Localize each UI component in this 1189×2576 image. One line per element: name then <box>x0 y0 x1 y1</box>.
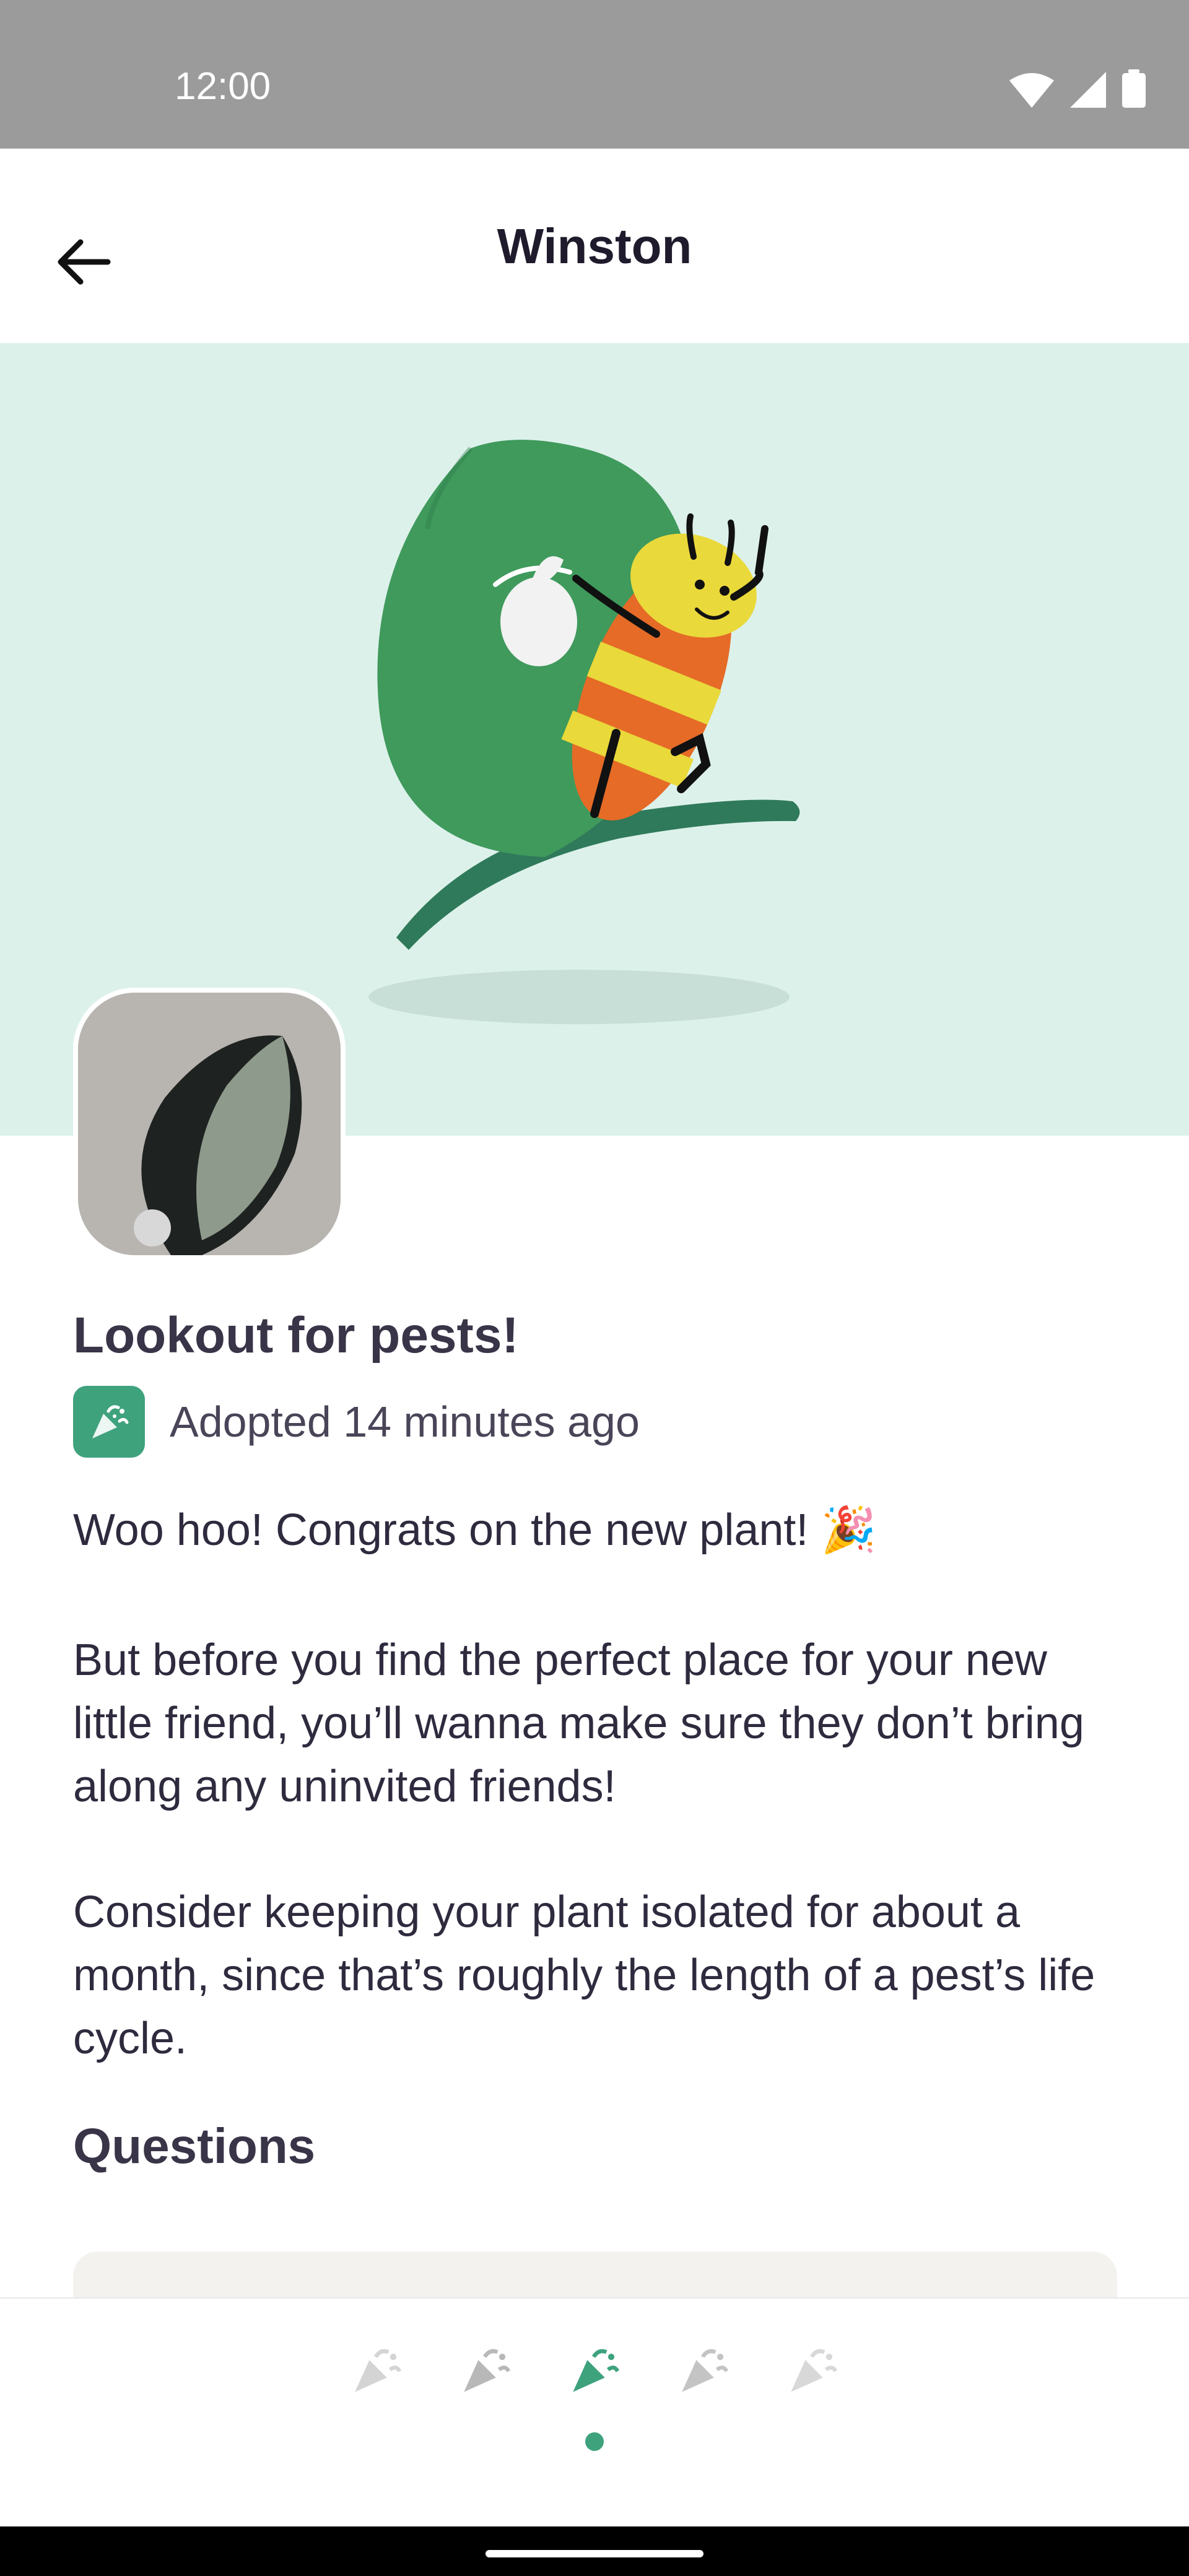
isolation-paragraph: Consider keeping your plant isolated for… <box>73 1887 1108 2063</box>
page-title: Winston <box>497 219 692 274</box>
pager-icons <box>0 2341 1189 2400</box>
party-popper-icon[interactable] <box>565 2341 624 2400</box>
signal-icon <box>1070 72 1106 110</box>
adopted-row: Adopted 14 minutes ago <box>73 1386 640 1458</box>
status-icons <box>1009 69 1146 110</box>
bottom-pager-bar <box>0 2297 1189 2528</box>
app-header: Winston <box>0 149 1189 343</box>
party-popper-icon[interactable] <box>456 2341 515 2400</box>
tip-heading: Lookout for pests! <box>73 1307 519 1364</box>
home-gesture-pill[interactable] <box>486 2550 703 2557</box>
plant-photo-image <box>78 993 341 1255</box>
plant-photo[interactable] <box>73 988 346 1260</box>
party-popper-icon <box>73 1386 145 1458</box>
battery-icon <box>1122 69 1146 110</box>
questions-heading: Questions <box>73 2118 316 2174</box>
wifi-icon <box>1009 73 1054 110</box>
congrats-paragraph: Woo hoo! Congrats on the new plant! 🎉 <box>73 1505 877 1555</box>
party-popper-icon[interactable] <box>783 2341 842 2400</box>
party-popper-icon[interactable] <box>674 2341 733 2400</box>
party-popper-icon[interactable] <box>347 2341 406 2400</box>
status-time: 12:00 <box>175 65 271 108</box>
adopted-text: Adopted 14 minutes ago <box>170 1398 640 1446</box>
advice-paragraph: But before you find the perfect place fo… <box>73 1635 1097 1811</box>
active-page-indicator <box>585 2432 604 2451</box>
